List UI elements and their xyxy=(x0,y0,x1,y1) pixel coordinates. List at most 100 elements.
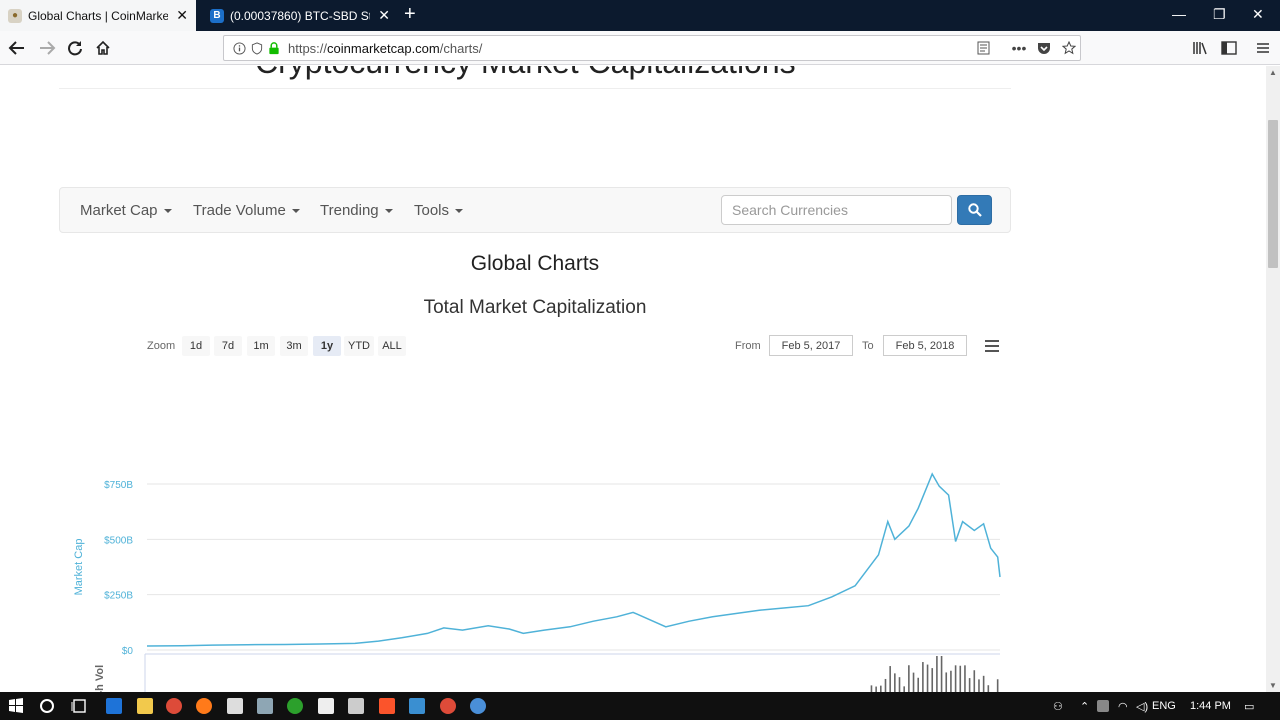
bookmark-star-icon[interactable] xyxy=(1062,41,1076,55)
notepad-icon[interactable] xyxy=(227,698,243,714)
app-green-icon[interactable] xyxy=(287,698,303,714)
firefox-icon[interactable] xyxy=(196,698,212,714)
to-date-input[interactable]: Feb 5, 2018 xyxy=(883,335,967,356)
search-icon xyxy=(967,203,982,217)
zoom-1m-button[interactable]: 1m xyxy=(247,336,275,356)
volume-bar xyxy=(931,668,934,692)
volume-bar xyxy=(996,679,999,692)
volume-bar xyxy=(954,665,957,692)
home-icon[interactable] xyxy=(92,37,114,59)
zoom-all-button[interactable]: ALL xyxy=(378,336,406,356)
app-blue-icon[interactable] xyxy=(409,698,425,714)
language-indicator[interactable]: ENG xyxy=(1152,700,1176,712)
mail-icon[interactable] xyxy=(318,698,334,714)
top-nav-menu: Market Cap Trade Volume Trending Tools xyxy=(59,187,1011,233)
search-currencies-input[interactable] xyxy=(721,195,952,225)
scroll-down-icon[interactable]: ▼ xyxy=(1269,681,1277,690)
page-scrollbar[interactable]: ▲ ▼ xyxy=(1266,66,1280,692)
zoom-1d-button[interactable]: 1d xyxy=(182,336,210,356)
close-tab-icon[interactable]: ✕ xyxy=(378,7,390,24)
tab-coinmarketcap[interactable]: ● Global Charts | CoinMarketCap ✕ xyxy=(0,0,196,31)
y-axis-title: Market Cap xyxy=(73,539,85,596)
zoom-3m-button[interactable]: 3m xyxy=(280,336,308,356)
volume-bar xyxy=(950,670,952,692)
close-window-icon[interactable]: ✕ xyxy=(1252,6,1264,23)
volume-bar xyxy=(884,678,887,692)
volume-bar xyxy=(987,685,990,692)
reader-view-icon[interactable] xyxy=(976,41,990,55)
clock[interactable]: 1:44 PM xyxy=(1190,700,1231,712)
address-bar[interactable]: https://coinmarketcap.com/charts/ ••• xyxy=(223,35,1081,61)
cortana-search-icon[interactable] xyxy=(39,698,55,714)
zoom-7d-button[interactable]: 7d xyxy=(214,336,242,356)
market-cap-line xyxy=(146,472,1001,647)
scrollbar-thumb[interactable] xyxy=(1268,120,1278,268)
volume-icon[interactable]: ◁) xyxy=(1136,700,1148,713)
info-icon[interactable] xyxy=(232,41,246,55)
volume-bar xyxy=(889,666,891,692)
volume-bar xyxy=(936,656,938,692)
from-date-input[interactable]: Feb 5, 2017 xyxy=(769,335,853,356)
zoom-ytd-button[interactable]: YTD xyxy=(344,336,374,356)
app-icon[interactable] xyxy=(257,698,273,714)
y-axis-labels: $0 $250B $500B $750B xyxy=(104,480,133,657)
browser-toolbar: https://coinmarketcap.com/charts/ ••• xyxy=(0,31,1280,65)
more-actions-icon[interactable]: ••• xyxy=(1012,40,1027,56)
forward-arrow-icon[interactable] xyxy=(36,37,58,59)
menu-trending[interactable]: Trending xyxy=(320,202,393,219)
minimize-window-icon[interactable]: — xyxy=(1172,6,1186,22)
page-heading: Cryptocurrency Market Capitalizations xyxy=(255,66,796,81)
battery-icon[interactable] xyxy=(1097,700,1109,712)
library-icon[interactable] xyxy=(1189,37,1211,59)
new-tab-plus-icon[interactable]: + xyxy=(404,4,416,24)
volume-bar xyxy=(926,664,929,692)
browser-tab-bar: ● Global Charts | CoinMarketCap ✕ B (0.0… xyxy=(0,0,1280,31)
brave-icon[interactable] xyxy=(379,698,395,714)
scroll-up-icon[interactable]: ▲ xyxy=(1269,68,1277,77)
hamburger-menu-icon[interactable] xyxy=(1252,37,1274,59)
file-explorer-icon[interactable] xyxy=(137,698,153,714)
close-tab-icon[interactable]: ✕ xyxy=(176,7,188,24)
tab-title: (0.00037860) BTC-SBD SteemDo xyxy=(230,8,370,23)
volume-bars xyxy=(870,656,999,692)
edge-browser-icon[interactable] xyxy=(106,698,122,714)
tab-bittrex[interactable]: B (0.00037860) BTC-SBD SteemDo ✕ xyxy=(202,0,398,31)
search-button[interactable] xyxy=(957,195,992,225)
task-view-icon[interactable] xyxy=(71,698,87,714)
menu-tools[interactable]: Tools xyxy=(414,202,464,219)
back-arrow-icon[interactable] xyxy=(6,37,28,59)
restore-window-icon[interactable]: ❐ xyxy=(1213,6,1226,23)
secure-lock-icon[interactable] xyxy=(267,41,281,55)
chrome-icon[interactable] xyxy=(166,698,182,714)
reload-icon[interactable] xyxy=(64,37,86,59)
chrome-2-icon[interactable] xyxy=(440,698,456,714)
volume-bar xyxy=(870,685,873,692)
bittrex-favicon-icon: B xyxy=(210,8,224,23)
people-icon[interactable]: ⚇ xyxy=(1053,700,1063,713)
sidebar-icon[interactable] xyxy=(1218,37,1240,59)
notifications-icon[interactable]: ▭ xyxy=(1244,700,1254,713)
windows-start-icon[interactable] xyxy=(8,698,24,714)
volume-bar xyxy=(964,665,966,692)
tray-chevron-up-icon[interactable]: ⌃ xyxy=(1080,700,1089,713)
caret-down-icon xyxy=(163,209,172,214)
volume-bar xyxy=(982,675,985,692)
browser-icon[interactable] xyxy=(470,698,486,714)
volume-axis-title: 24h Vol xyxy=(94,665,106,692)
to-label: To xyxy=(862,340,874,352)
volume-bar xyxy=(922,662,924,692)
zoom-1y-button[interactable]: 1y xyxy=(313,336,341,356)
chart-export-menu-icon[interactable] xyxy=(984,339,1000,353)
tracking-shield-icon[interactable] xyxy=(250,41,264,55)
volume-bar xyxy=(968,678,971,692)
global-charts-title: Global Charts xyxy=(470,252,600,275)
chart-grid xyxy=(147,483,1000,651)
y-tick-label: $0 xyxy=(122,646,134,657)
caret-down-icon xyxy=(455,209,464,214)
caret-down-icon xyxy=(384,209,393,214)
menu-market-cap[interactable]: Market Cap xyxy=(80,202,172,219)
pocket-icon[interactable] xyxy=(1037,41,1051,55)
wifi-icon[interactable]: ◠ xyxy=(1118,700,1128,713)
calculator-icon[interactable] xyxy=(348,698,364,714)
menu-trade-volume[interactable]: Trade Volume xyxy=(193,202,300,219)
